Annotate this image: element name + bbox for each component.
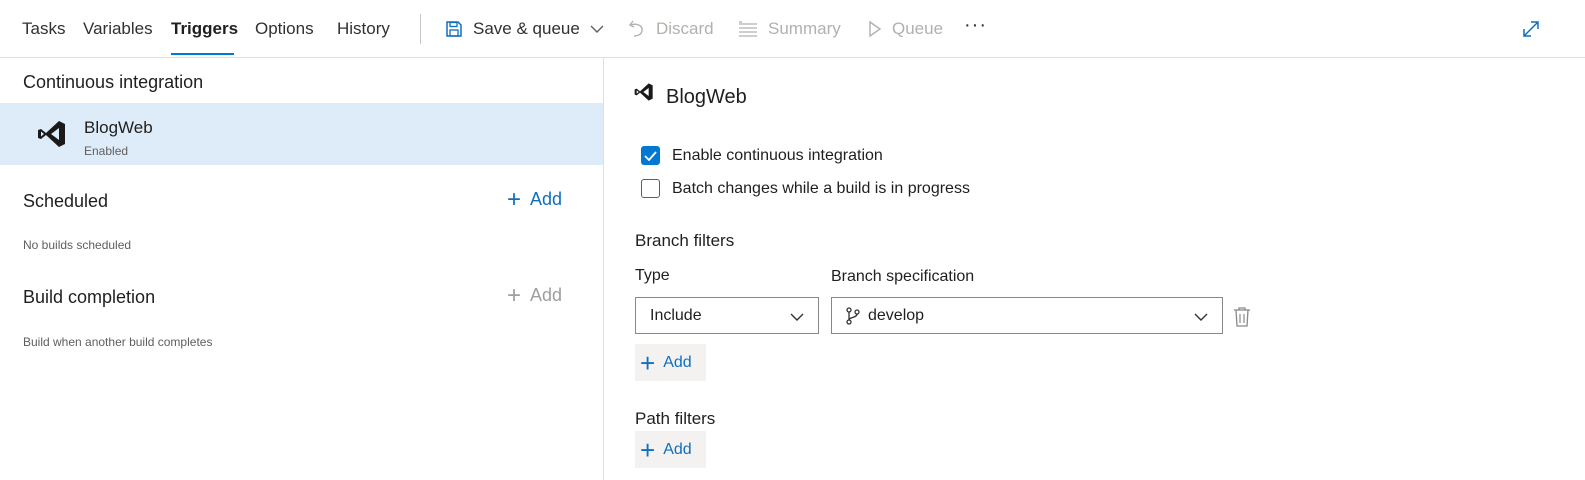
plus-icon: + xyxy=(640,434,656,465)
list-icon xyxy=(738,21,758,37)
chevron-down-icon xyxy=(790,309,804,327)
build-completion-description: Build when another build completes xyxy=(23,335,213,349)
add-schedule-button[interactable]: + Add xyxy=(507,185,563,213)
visual-studio-icon xyxy=(634,82,654,107)
chevron-down-icon xyxy=(1194,309,1208,327)
trash-icon[interactable] xyxy=(1233,306,1251,333)
expand-icon[interactable] xyxy=(1520,18,1542,40)
add-build-completion-button[interactable]: + Add xyxy=(507,281,563,309)
build-completion-section-title: Build completion xyxy=(23,287,156,307)
active-tab-indicator xyxy=(171,53,234,55)
save-icon xyxy=(445,20,463,38)
plus-icon: + xyxy=(507,281,522,309)
plus-icon: + xyxy=(507,185,522,213)
ci-section-title: Continuous integration xyxy=(23,72,204,92)
queue-label: Queue xyxy=(892,19,944,38)
batch-changes-checkbox-row[interactable]: Batch changes while a build is in progre… xyxy=(641,179,970,198)
add-branch-filter-button[interactable]: + Add xyxy=(635,344,706,381)
add-build-completion-label: Add xyxy=(530,285,563,305)
visual-studio-icon xyxy=(37,119,67,154)
add-schedule-label: Add xyxy=(530,189,563,209)
ci-item-status: Enabled xyxy=(84,144,129,158)
plus-icon: + xyxy=(640,347,656,378)
tab-history[interactable]: History xyxy=(337,19,390,39)
no-builds-scheduled-text: No builds scheduled xyxy=(23,238,132,252)
path-filters-heading: Path filters xyxy=(635,409,716,428)
save-and-queue-label: Save & queue xyxy=(473,19,580,38)
batch-changes-label: Batch changes while a build is in progre… xyxy=(672,179,970,197)
batch-changes-checkbox[interactable] xyxy=(641,179,660,198)
chevron-down-icon xyxy=(590,24,604,34)
branch-spec-value: develop xyxy=(868,306,925,324)
toolbar-divider xyxy=(420,14,421,44)
branch-filters-heading: Branch filters xyxy=(635,231,735,250)
branch-spec-dropdown[interactable]: develop xyxy=(831,297,1223,334)
tab-options[interactable]: Options xyxy=(255,19,314,39)
summary-button[interactable]: Summary xyxy=(738,17,841,41)
add-path-filter-button[interactable]: + Add xyxy=(635,431,706,468)
add-path-filter-label: Add xyxy=(663,440,692,458)
play-icon xyxy=(868,20,882,38)
triggers-list-pane: Continuous integration BlogWeb Enabled S… xyxy=(0,58,604,480)
summary-label: Summary xyxy=(768,19,841,38)
queue-button[interactable]: Queue xyxy=(868,17,943,41)
scheduled-section-title: Scheduled xyxy=(23,191,109,211)
branch-spec-label: Branch specification xyxy=(831,268,975,285)
ci-item-name: BlogWeb xyxy=(84,118,153,137)
enable-ci-checkbox-row[interactable]: Enable continuous integration xyxy=(641,146,883,165)
pipeline-title: BlogWeb xyxy=(666,86,747,108)
undo-icon xyxy=(628,19,646,39)
discard-button[interactable]: Discard xyxy=(628,17,714,41)
discard-label: Discard xyxy=(656,19,714,38)
tab-variables[interactable]: Variables xyxy=(83,19,153,39)
ci-item-blogweb[interactable]: BlogWeb Enabled xyxy=(0,103,603,165)
enable-ci-checkbox[interactable] xyxy=(641,146,660,165)
tab-tasks[interactable]: Tasks xyxy=(22,19,65,39)
toolbar: Tasks Variables Triggers Options History… xyxy=(0,0,1585,58)
type-label: Type xyxy=(635,267,670,284)
trigger-details-pane: BlogWeb Enable continuous integration Ba… xyxy=(605,58,1585,480)
branch-icon xyxy=(846,306,860,325)
more-options-button[interactable]: ··· xyxy=(964,14,987,37)
tab-triggers[interactable]: Triggers xyxy=(171,19,238,39)
type-dropdown[interactable]: Include xyxy=(635,297,819,334)
save-and-queue-button[interactable]: Save & queue xyxy=(445,17,604,41)
type-dropdown-value: Include xyxy=(650,306,702,324)
enable-ci-label: Enable continuous integration xyxy=(672,146,883,164)
add-branch-filter-label: Add xyxy=(663,353,692,371)
